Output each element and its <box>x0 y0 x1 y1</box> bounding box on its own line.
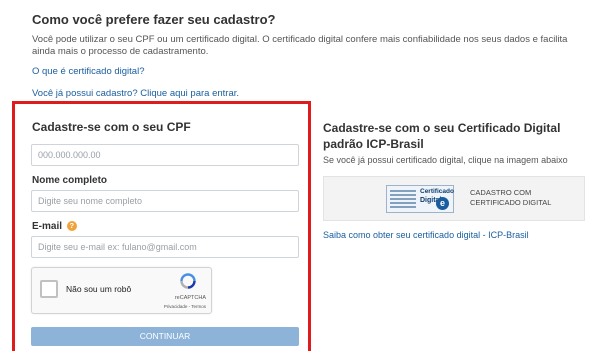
recaptcha-label: Não sou um robô <box>66 284 132 294</box>
certificate-logo-line1: Certificado <box>420 188 454 195</box>
full-name-label: Nome completo <box>32 175 107 186</box>
email-input[interactable] <box>31 236 299 258</box>
intro-text: Você pode utilizar o seu CPF ou um certi… <box>32 34 568 57</box>
certificate-signup-button[interactable]: Certificado Digital e CADASTRO COM CERTI… <box>323 176 585 221</box>
certificate-e-icon: e <box>436 197 449 210</box>
full-name-input[interactable] <box>31 190 299 212</box>
certificate-button-text: CADASTRO COM CERTIFICADO DIGITAL <box>470 188 552 207</box>
help-icon[interactable]: ? <box>66 221 77 232</box>
what-is-certificate-link[interactable]: O que é certificado digital? <box>32 66 144 77</box>
cpf-signup-title: Cadastre-se com o seu CPF <box>32 120 191 134</box>
certificate-logo-lines <box>390 190 416 210</box>
certificate-logo: Certificado Digital e <box>386 185 454 213</box>
recaptcha-brand: reCAPTCHA <box>174 295 206 301</box>
email-label: E-mail ? <box>32 221 77 232</box>
already-registered-link[interactable]: Você já possui cadastro? Clique aqui par… <box>32 88 239 99</box>
cpf-input[interactable] <box>31 144 299 166</box>
recaptcha-widget: Não sou um robô reCAPTCHA Privacidade - … <box>31 267 212 314</box>
certificate-signup-title: Cadastre-se com o seu Certificado Digita… <box>323 121 561 151</box>
recaptcha-logo-icon <box>180 273 196 289</box>
howto-certificate-link[interactable]: Saiba como obter seu certificado digital… <box>323 230 529 240</box>
certificate-description: Se você já possui certificado digital, c… <box>323 155 568 165</box>
continue-button[interactable]: CONTINUAR <box>31 327 299 346</box>
recaptcha-checkbox[interactable] <box>40 280 58 298</box>
page-heading: Como você prefere fazer seu cadastro? <box>32 12 276 27</box>
full-name-label-text: Nome completo <box>32 175 108 186</box>
email-label-text: E-mail <box>32 221 63 232</box>
recaptcha-terms-link[interactable]: Privacidade - Termos <box>164 304 206 309</box>
